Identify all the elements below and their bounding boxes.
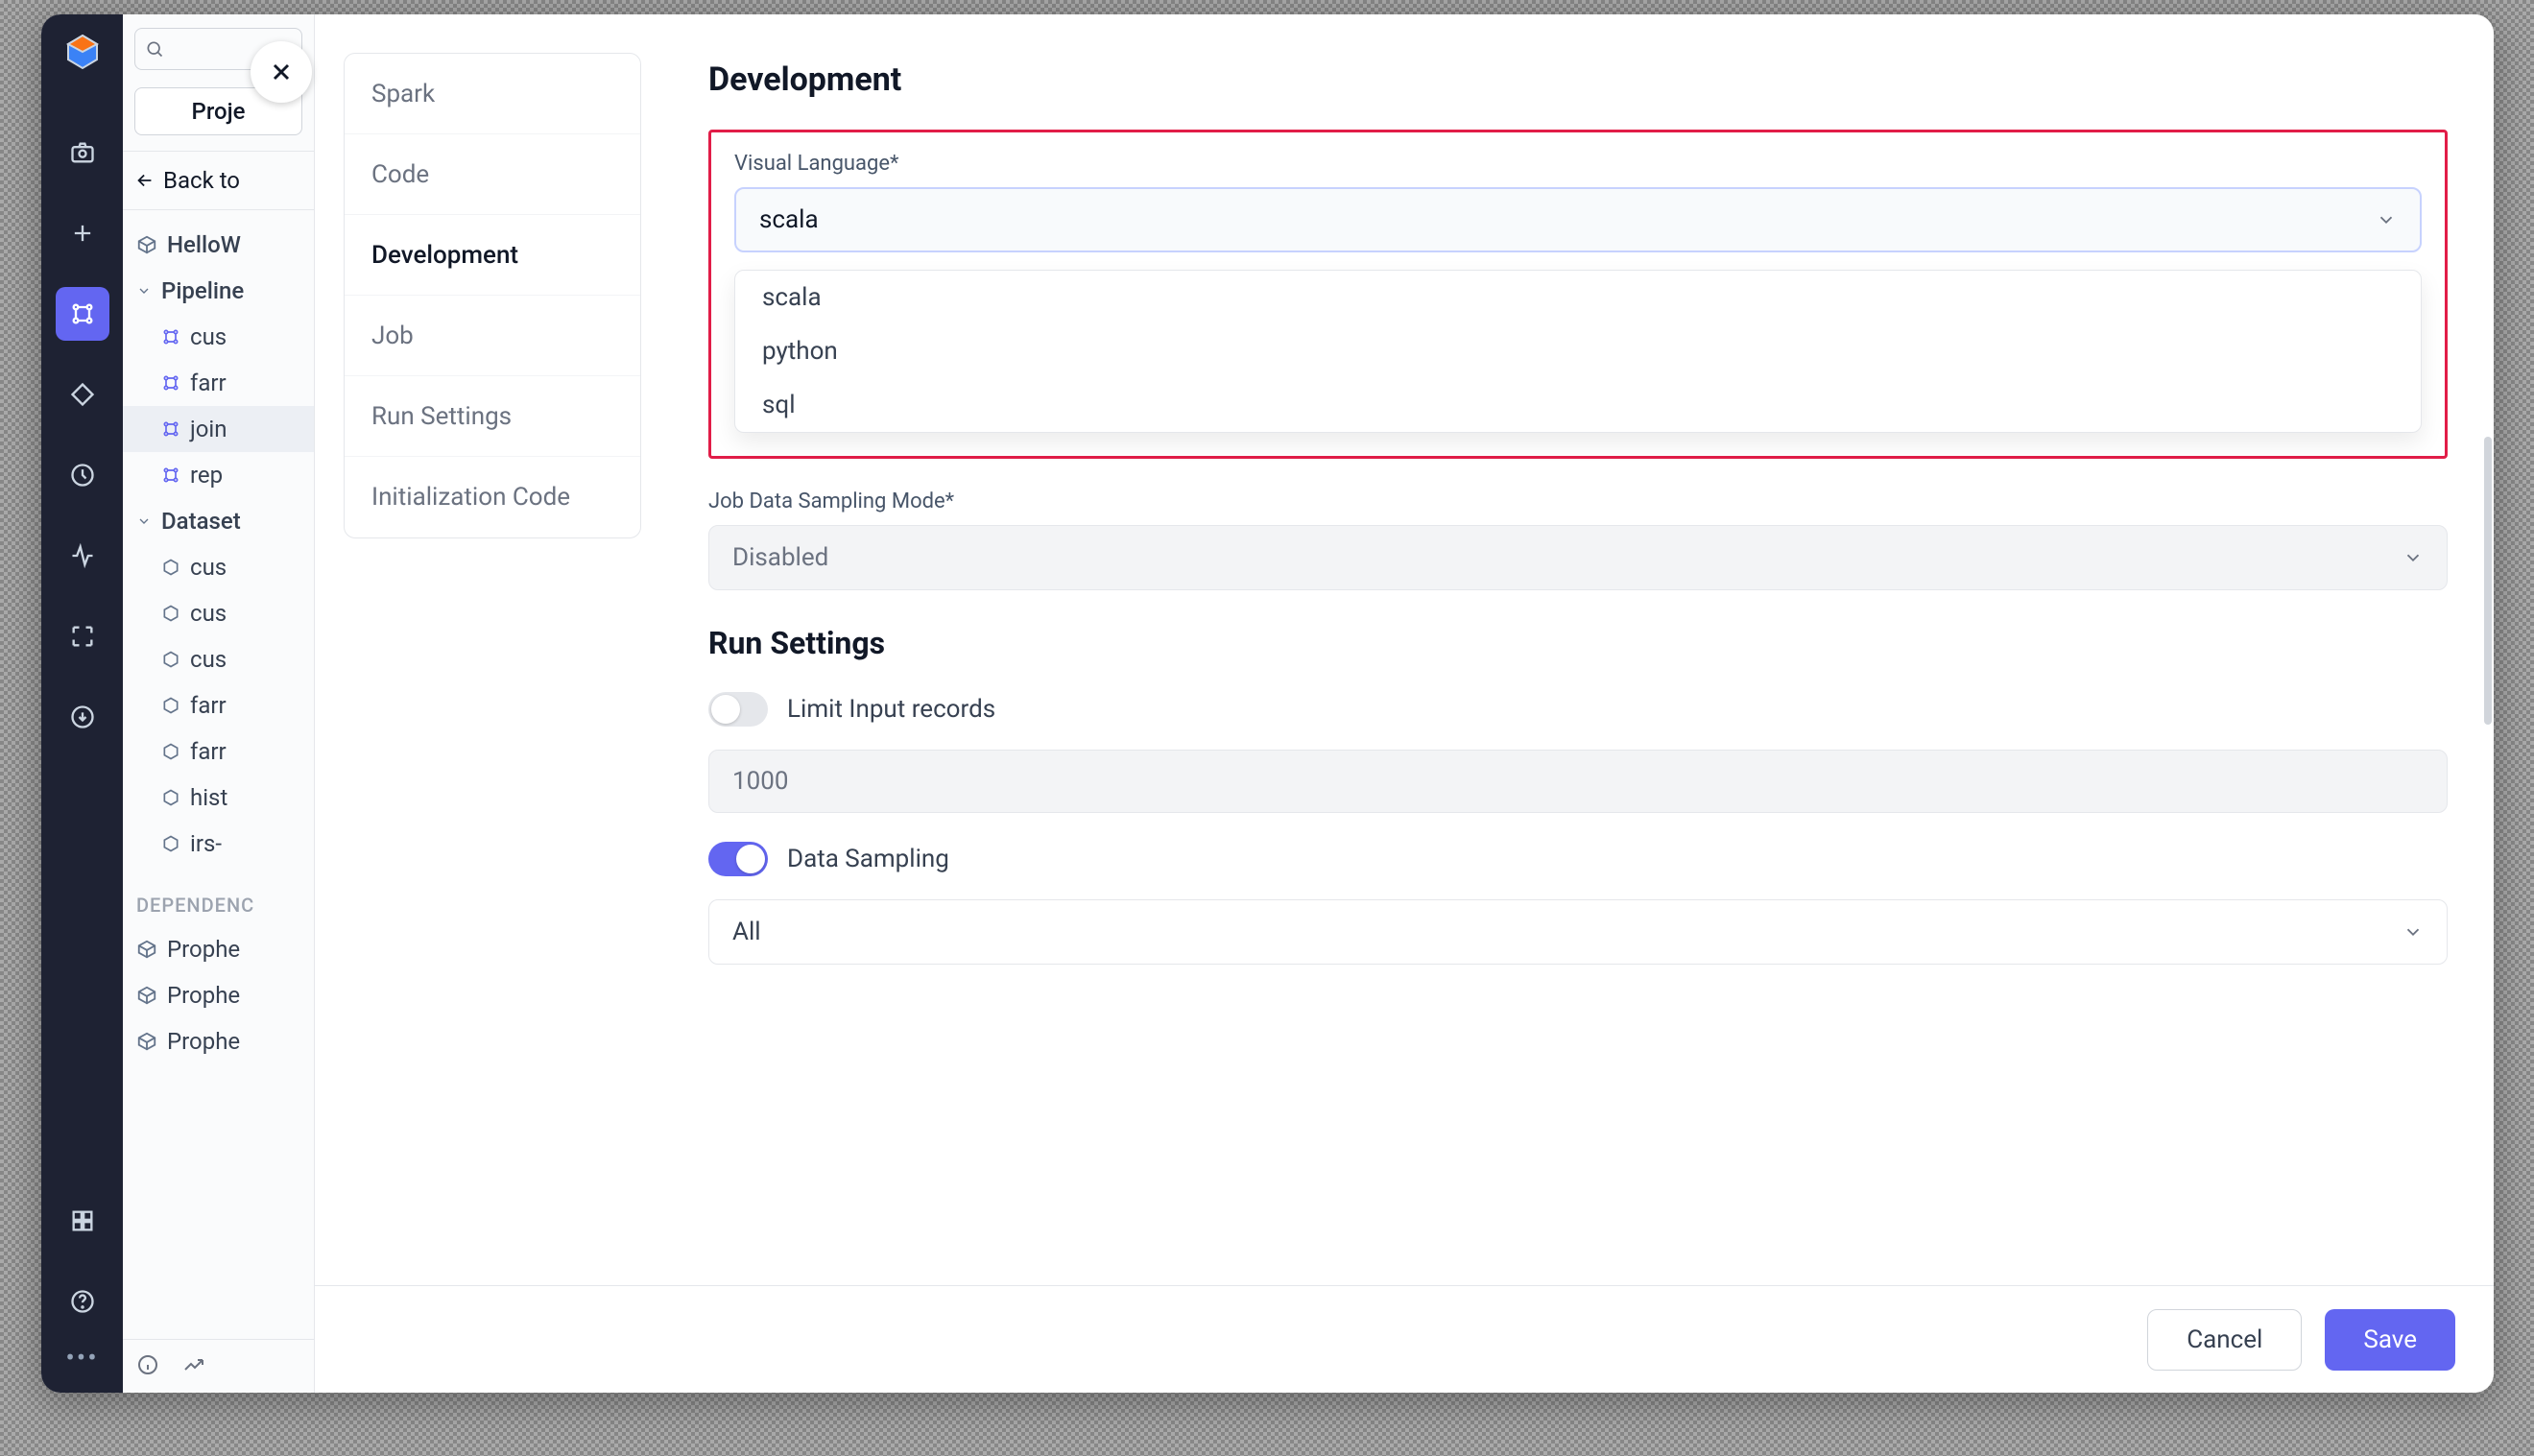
settings-nav: SparkCodeDevelopmentJobRun SettingsIniti…	[315, 14, 670, 1285]
app-window: ••• Proje Back to HelloW Pipeline cusfar…	[41, 14, 2494, 1393]
settings-nav-item[interactable]: Spark	[345, 54, 640, 134]
chevron-down-icon	[2376, 209, 2397, 230]
dataset-item[interactable]: farr	[123, 728, 314, 775]
limit-input-value[interactable]: 1000	[708, 750, 2448, 813]
run-settings-title: Run Settings	[708, 625, 2448, 661]
dependency-item[interactable]: Prophe	[123, 1018, 314, 1064]
tree-datasets-header[interactable]: Dataset	[123, 498, 314, 544]
dataset-item[interactable]: cus	[123, 636, 314, 682]
dataset-item[interactable]: cus	[123, 544, 314, 590]
chevron-down-icon	[2403, 547, 2424, 568]
left-sidebar: Proje Back to HelloW Pipeline cusfarrjoi…	[123, 14, 315, 1393]
dataset-item[interactable]: farr	[123, 682, 314, 728]
visual-language-dropdown: scalapythonsql	[734, 270, 2422, 433]
modal-footer: Cancel Save	[315, 1285, 2494, 1393]
tree-root[interactable]: HelloW	[123, 222, 314, 268]
visual-language-highlight: Visual Language* scala scalapythonsql	[708, 130, 2448, 459]
pipeline-item[interactable]: cus	[123, 314, 314, 360]
tree-pipelines-header[interactable]: Pipeline	[123, 268, 314, 314]
icon-rail: •••	[41, 14, 123, 1393]
settings-nav-item[interactable]: Run Settings	[345, 376, 640, 457]
dropdown-option[interactable]: python	[735, 324, 2421, 378]
save-button[interactable]: Save	[2325, 1309, 2455, 1371]
rail-camera-icon[interactable]	[56, 126, 109, 179]
rail-expand-icon[interactable]	[56, 609, 109, 663]
rail-pipeline-icon[interactable]	[56, 287, 109, 341]
settings-nav-item[interactable]: Initialization Code	[345, 457, 640, 537]
limit-input-toggle[interactable]	[708, 692, 768, 727]
visual-language-select[interactable]: scala	[734, 187, 2422, 252]
visual-language-label: Visual Language*	[734, 152, 2422, 176]
dropdown-option[interactable]: sql	[735, 378, 2421, 432]
dataset-item[interactable]: hist	[123, 775, 314, 821]
settings-modal: SparkCodeDevelopmentJobRun SettingsIniti…	[315, 14, 2494, 1393]
pipeline-item[interactable]: rep	[123, 452, 314, 498]
rail-more-icon[interactable]: •••	[65, 1342, 98, 1373]
dev-title: Development	[708, 60, 2448, 99]
back-link[interactable]: Back to	[123, 151, 314, 210]
data-sampling-toggle[interactable]	[708, 842, 768, 876]
scrollbar[interactable]	[2484, 437, 2492, 725]
dependencies-label: DEPENDENC	[123, 878, 314, 926]
dependency-item[interactable]: Prophe	[123, 972, 314, 1018]
info-icon[interactable]	[136, 1353, 159, 1380]
settings-nav-item[interactable]: Job	[345, 296, 640, 376]
close-button[interactable]	[251, 41, 312, 103]
dependency-item[interactable]: Prophe	[123, 926, 314, 972]
limit-input-label: Limit Input records	[787, 695, 995, 724]
rail-help-icon[interactable]	[56, 1275, 109, 1328]
sidebar-bottom-bar	[123, 1339, 314, 1393]
rail-plus-icon[interactable]	[56, 206, 109, 260]
dropdown-option[interactable]: scala	[735, 271, 2421, 324]
dataset-item[interactable]: irs-	[123, 821, 314, 867]
job-sampling-label: Job Data Sampling Mode*	[708, 489, 2448, 513]
job-sampling-select[interactable]: Disabled	[708, 525, 2448, 590]
rail-download-icon[interactable]	[56, 690, 109, 744]
settings-content: Development Visual Language* scala scala…	[670, 14, 2494, 1285]
back-label: Back to	[163, 167, 240, 194]
rail-grid-icon[interactable]	[56, 1194, 109, 1248]
data-sampling-select[interactable]: All	[708, 899, 2448, 965]
project-tree: HelloW Pipeline cusfarrjoinrep Dataset c…	[123, 210, 314, 878]
settings-nav-item[interactable]: Code	[345, 134, 640, 215]
app-logo	[62, 32, 103, 72]
trend-icon[interactable]	[182, 1353, 205, 1380]
settings-nav-item[interactable]: Development	[345, 215, 640, 296]
pipeline-item[interactable]: farr	[123, 360, 314, 406]
chevron-down-icon	[2403, 921, 2424, 943]
cancel-button[interactable]: Cancel	[2147, 1309, 2302, 1371]
rail-clock-icon[interactable]	[56, 448, 109, 502]
rail-diamond-icon[interactable]	[56, 368, 109, 421]
pipeline-item[interactable]: join	[123, 406, 314, 452]
data-sampling-label: Data Sampling	[787, 845, 949, 873]
rail-activity-icon[interactable]	[56, 529, 109, 583]
dataset-item[interactable]: cus	[123, 590, 314, 636]
